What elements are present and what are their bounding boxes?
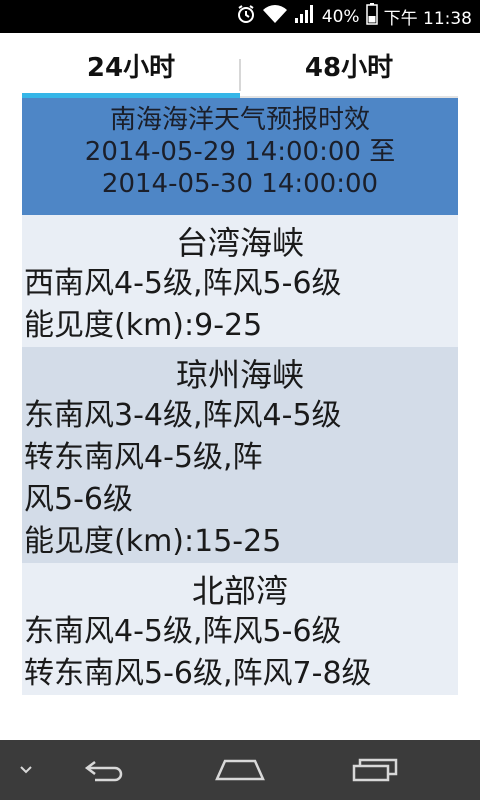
battery-percent: 40% [321, 6, 360, 27]
alarm-icon [236, 4, 256, 29]
forecast-header: 南海海洋天气预报时效 2014-05-29 14:00:00 至 2014-05… [22, 98, 458, 215]
tab-24h[interactable]: 24小时 [22, 33, 240, 98]
battery-icon [365, 3, 378, 30]
signal-icon [294, 4, 316, 29]
tab-bar: 24小时 48小时 [0, 33, 480, 98]
wifi-icon [262, 4, 288, 29]
back-icon[interactable] [70, 740, 140, 800]
forecast-title: 南海海洋天气预报时效 [109, 105, 370, 135]
forecast-start-time: 2014-05-29 14:00:00 至 [84, 137, 396, 167]
tab-48h[interactable]: 48小时 [240, 33, 458, 98]
region-wind: 东南风3-4级,阵风4-5级 [24, 398, 342, 433]
region-name: 琼州海峡 [175, 356, 304, 394]
recents-icon[interactable] [340, 740, 410, 800]
region-wind: 转东南风5-6级,阵风7-8级 [24, 656, 372, 691]
status-icons: 40% 下午 11:38 [236, 0, 472, 33]
chevron-down-icon[interactable] [6, 740, 46, 800]
region-wind: 转东南风4-5级,阵 [24, 440, 263, 475]
status-bar: 40% 下午 11:38 [0, 0, 480, 33]
navigation-bar [0, 740, 480, 800]
region-qiongzhou-strait: 琼州海峡 东南风3-4级,阵风4-5级 转东南风4-5级,阵 风5-6级 能见度… [22, 347, 458, 563]
region-taiwan-strait: 台湾海峡 西南风4-5级,阵风5-6级 能见度(km):9-25 [22, 215, 458, 347]
region-visibility: 能见度(km):15-25 [24, 524, 282, 559]
region-name: 北部湾 [191, 572, 288, 610]
region-wind: 风5-6级 [24, 482, 133, 517]
region-visibility: 能见度(km):9-25 [24, 308, 263, 343]
home-icon[interactable] [205, 740, 275, 800]
region-beibu-gulf: 北部湾 东南风4-5级,阵风5-6级 转东南风5-6级,阵风7-8级 [22, 563, 458, 695]
region-name: 台湾海峡 [175, 224, 304, 262]
forecast-end-time: 2014-05-30 14:00:00 [101, 169, 379, 199]
clock: 下午 11:38 [383, 9, 472, 29]
region-wind: 东南风4-5级,阵风5-6级 [24, 614, 342, 649]
forecast-content[interactable]: 南海海洋天气预报时效 2014-05-29 14:00:00 至 2014-05… [22, 98, 458, 719]
region-wind: 西南风4-5级,阵风5-6级 [24, 266, 342, 301]
